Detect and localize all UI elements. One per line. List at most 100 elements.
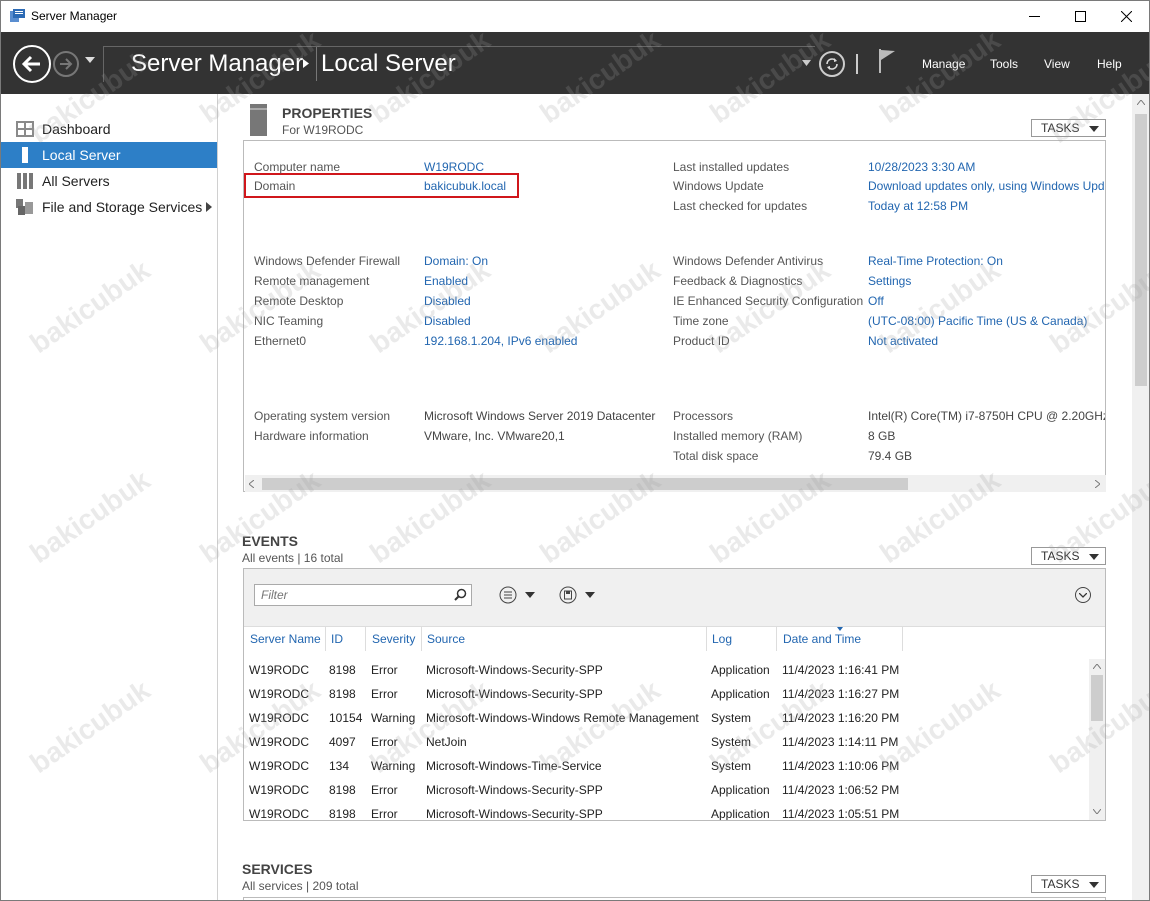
main-scroll-thumb[interactable] xyxy=(1135,114,1147,386)
scroll-up-icon[interactable] xyxy=(1137,100,1145,105)
cell-source: Microsoft-Windows-Security-SPP xyxy=(426,783,603,797)
main-vertical-scrollbar[interactable] xyxy=(1132,94,1149,900)
column-divider[interactable] xyxy=(706,627,707,651)
table-row[interactable]: W19RODC 8198 Error Microsoft-Windows-Sec… xyxy=(244,779,1089,803)
prop-value-time-zone[interactable]: (UTC-08:00) Pacific Time (US & Canada) xyxy=(868,314,1087,328)
properties-subtitle: For W19RODC xyxy=(282,123,364,137)
events-tasks-button[interactable]: TASKS xyxy=(1031,547,1106,565)
prop-value-remote-desktop[interactable]: Disabled xyxy=(424,294,471,308)
save-query-button[interactable] xyxy=(559,586,595,604)
events-filter-input[interactable] xyxy=(254,584,472,606)
sidebar-item-local-server[interactable]: Local Server xyxy=(1,142,217,168)
prop-value-antivirus[interactable]: Real-Time Protection: On xyxy=(868,254,1003,268)
sidebar-item-all-servers[interactable]: All Servers xyxy=(1,168,217,194)
scroll-left-icon[interactable] xyxy=(249,480,254,488)
close-icon xyxy=(1120,11,1132,22)
column-server-name[interactable]: Server Name xyxy=(250,632,321,646)
prop-value-domain[interactable]: bakicubuk.local xyxy=(424,179,506,193)
query-options-button[interactable] xyxy=(499,586,535,604)
menu-help[interactable]: Help xyxy=(1097,57,1122,71)
maximize-button[interactable] xyxy=(1057,1,1103,32)
back-button[interactable] xyxy=(13,45,51,83)
history-dropdown-icon[interactable] xyxy=(85,56,95,64)
refresh-icon xyxy=(826,58,838,70)
cell-server-name: W19RODC xyxy=(249,711,310,725)
prop-value-last-checked[interactable]: Today at 12:58 PM xyxy=(868,199,968,213)
column-log[interactable]: Log xyxy=(712,632,732,646)
column-divider[interactable] xyxy=(421,627,422,651)
cell-date-time: 11/4/2023 1:05:51 PM xyxy=(782,807,900,821)
forward-button[interactable] xyxy=(53,51,79,77)
column-source[interactable]: Source xyxy=(427,632,465,646)
properties-tasks-button[interactable]: TASKS xyxy=(1031,119,1106,137)
events-vertical-scrollbar[interactable] xyxy=(1089,659,1105,820)
sidebar: Dashboard Local Server All Servers File … xyxy=(1,94,218,900)
close-button[interactable] xyxy=(1103,1,1149,32)
events-title: EVENTS xyxy=(242,533,299,549)
search-icon[interactable] xyxy=(454,588,467,601)
sidebar-item-dashboard[interactable]: Dashboard xyxy=(1,116,217,142)
column-id[interactable]: ID xyxy=(331,632,343,646)
breadcrumb-dropdown-icon[interactable] xyxy=(802,60,811,67)
cell-severity: Error xyxy=(371,663,398,677)
prop-value-computer-name[interactable]: W19RODC xyxy=(424,160,484,174)
scroll-right-icon[interactable] xyxy=(1095,480,1100,488)
column-divider[interactable] xyxy=(365,627,366,651)
prop-label-domain: Domain xyxy=(254,179,296,193)
prop-value-last-installed[interactable]: 10/28/2023 3:30 AM xyxy=(868,160,975,174)
events-scroll-thumb[interactable] xyxy=(1091,675,1103,721)
column-divider[interactable] xyxy=(902,627,903,651)
horizontal-scroll-thumb[interactable] xyxy=(262,478,908,490)
prop-label-windows-update: Windows Update xyxy=(673,179,764,193)
sidebar-item-label: All Servers xyxy=(42,173,110,189)
prop-value-firewall[interactable]: Domain: On xyxy=(424,254,488,268)
table-row[interactable]: W19RODC 10154 Warning Microsoft-Windows-… xyxy=(244,707,1089,731)
menu-tools[interactable]: Tools xyxy=(990,57,1018,71)
table-row[interactable]: W19RODC 8198 Error Microsoft-Windows-Sec… xyxy=(244,683,1089,707)
collapse-toolbar-button[interactable] xyxy=(1075,587,1091,603)
column-date-time[interactable]: Date and Time xyxy=(783,632,861,646)
prop-value-nic-teaming[interactable]: Disabled xyxy=(424,314,471,328)
prop-value-processors: Intel(R) Core(TM) i7-8750H CPU @ 2.20GHz… xyxy=(868,409,1105,423)
arrow-right-icon xyxy=(60,58,73,70)
breadcrumb-chevron-icon xyxy=(303,59,309,68)
breadcrumb-root[interactable]: Server Manager xyxy=(131,50,303,78)
cell-severity: Error xyxy=(371,783,398,797)
scroll-down-icon[interactable] xyxy=(1093,809,1101,814)
prop-value-ethernet[interactable]: 192.168.1.204, IPv6 enabled xyxy=(424,334,577,348)
cell-server-name: W19RODC xyxy=(249,687,310,701)
column-severity[interactable]: Severity xyxy=(372,632,415,646)
table-row[interactable]: W19RODC 134 Warning Microsoft-Windows-Ti… xyxy=(244,755,1089,779)
prop-value-remote-management[interactable]: Enabled xyxy=(424,274,468,288)
prop-value-feedback[interactable]: Settings xyxy=(868,274,911,288)
services-subtitle: All services | 209 total xyxy=(242,879,359,893)
scroll-up-icon[interactable] xyxy=(1093,664,1101,669)
prop-label-ethernet: Ethernet0 xyxy=(254,334,307,348)
table-row[interactable]: W19RODC 4097 Error NetJoin System 11/4/2… xyxy=(244,731,1089,755)
prop-value-windows-update[interactable]: Download updates only, using Windows Upd xyxy=(868,179,1105,193)
refresh-button[interactable] xyxy=(819,51,845,77)
cell-id: 8198 xyxy=(329,663,356,677)
sidebar-item-file-storage[interactable]: File and Storage Services xyxy=(1,194,217,220)
cell-source: Microsoft-Windows-Security-SPP xyxy=(426,807,603,821)
minimize-button[interactable] xyxy=(1011,1,1057,32)
properties-horizontal-scrollbar[interactable] xyxy=(245,475,1106,492)
cell-server-name: W19RODC xyxy=(249,783,310,797)
menu-manage[interactable]: Manage xyxy=(922,57,965,71)
menu-view[interactable]: View xyxy=(1044,57,1070,71)
flag-icon[interactable] xyxy=(878,48,896,74)
expand-chevron-icon[interactable] xyxy=(206,202,212,212)
table-row[interactable]: W19RODC 8198 Error Microsoft-Windows-Sec… xyxy=(244,803,1089,821)
column-divider[interactable] xyxy=(325,627,326,651)
prop-value-ie-security[interactable]: Off xyxy=(868,294,884,308)
title-bar: Server Manager xyxy=(1,1,1149,32)
cell-severity: Warning xyxy=(371,711,416,725)
table-row[interactable]: W19RODC 8198 Error Microsoft-Windows-Sec… xyxy=(244,659,1089,683)
prop-value-product-id[interactable]: Not activated xyxy=(868,334,938,348)
properties-title: PROPERTIES xyxy=(282,105,373,121)
server-icon xyxy=(22,147,28,163)
services-tasks-button[interactable]: TASKS xyxy=(1031,875,1106,893)
dashboard-icon xyxy=(16,121,34,137)
column-divider[interactable] xyxy=(776,627,777,651)
cell-server-name: W19RODC xyxy=(249,807,310,821)
